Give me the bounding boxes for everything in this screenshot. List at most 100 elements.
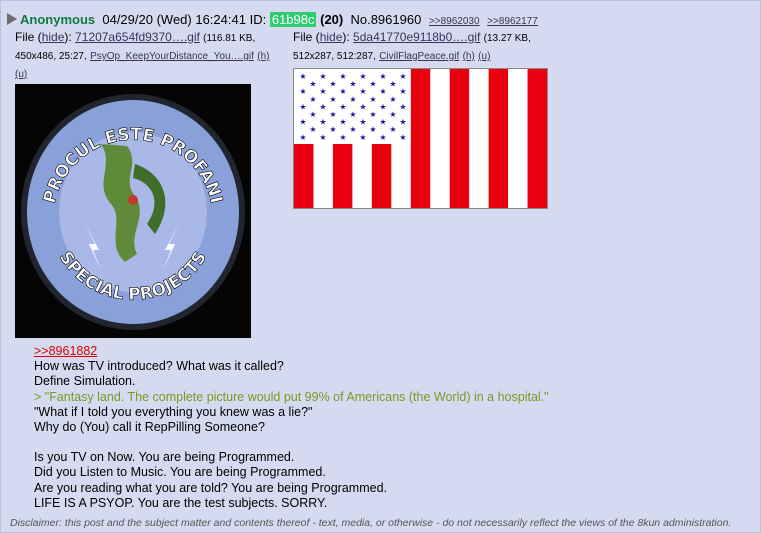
- flag-star: ★: [319, 118, 326, 127]
- flag-star: ★: [349, 95, 356, 104]
- flag-star: ★: [329, 125, 336, 134]
- post-line: Is you TV on Now. You are being Programm…: [34, 450, 295, 465]
- flag-star: ★: [319, 133, 326, 142]
- flag-star: ★: [379, 87, 386, 96]
- flag-star: ★: [339, 118, 346, 127]
- flag-star: ★: [349, 110, 356, 119]
- flag-stripe: [527, 69, 547, 208]
- flag-stripe: [488, 69, 509, 208]
- post-number[interactable]: No.8961960: [350, 12, 421, 27]
- file-name-link[interactable]: 71207a654fd9370….gif: [75, 30, 200, 44]
- post-line: "What if I told you everything you knew …: [34, 404, 313, 419]
- post-datetime: 04/29/20 (Wed) 16:24:41: [102, 12, 246, 27]
- flag-stripe: [508, 69, 529, 208]
- flag-star: ★: [379, 133, 386, 142]
- flag-star: ★: [319, 72, 326, 81]
- post-line: Are you reading what you are told? You a…: [34, 480, 388, 495]
- original-filename-link[interactable]: PsyOp_KeepYourDistance_You….gif: [90, 51, 254, 62]
- flag-star: ★: [319, 102, 326, 111]
- reply-link[interactable]: >>8961882: [34, 344, 549, 359]
- post-line: Did you Listen to Music. You are being P…: [34, 465, 326, 480]
- flag-star: ★: [339, 87, 346, 96]
- original-filename-link[interactable]: CivilFlagPeace.gif: [379, 51, 459, 62]
- flag-star: ★: [399, 102, 406, 111]
- flag-star: ★: [319, 87, 326, 96]
- file-label: File: [293, 30, 313, 44]
- flag-star: ★: [359, 118, 366, 127]
- flag-star: ★: [339, 102, 346, 111]
- hide-file-link[interactable]: hide: [320, 30, 343, 44]
- flag-star: ★: [299, 72, 306, 81]
- triangle-toggle-icon[interactable]: [7, 13, 17, 25]
- flag-star: ★: [309, 110, 316, 119]
- flag-star: ★: [329, 95, 336, 104]
- flag-star: ★: [399, 87, 406, 96]
- file-size: (13.27 KB,: [483, 33, 531, 44]
- flag-stripe: [469, 69, 490, 208]
- flag-star: ★: [379, 118, 386, 127]
- flag-star: ★: [379, 72, 386, 81]
- flag-star: ★: [369, 95, 376, 104]
- flag-stripe: [410, 69, 431, 208]
- greentext-line: > "Fantasy land. The complete picture wo…: [34, 389, 549, 404]
- flag-star: ★: [329, 110, 336, 119]
- file-info-2: File (hide): 5da41770e9118b0….gif (13.27…: [293, 30, 531, 62]
- flag-star: ★: [299, 102, 306, 111]
- backlink[interactable]: >>8962177: [487, 16, 538, 27]
- flag-star: ★: [349, 125, 356, 134]
- flag-star: ★: [379, 102, 386, 111]
- flag-star: ★: [399, 133, 406, 142]
- file-name-link[interactable]: 5da41770e9118b0….gif: [353, 30, 480, 44]
- flag-star: ★: [389, 125, 396, 134]
- file-label: File: [15, 30, 35, 44]
- flag-star: ★: [399, 118, 406, 127]
- post-count: (20): [320, 12, 344, 27]
- flag-star: ★: [329, 80, 336, 89]
- flag-star: ★: [359, 72, 366, 81]
- flag-star: ★: [389, 95, 396, 104]
- post-line: Define Simulation.: [34, 374, 136, 389]
- backlink[interactable]: >>8962030: [429, 16, 480, 27]
- file-dimensions: 512x287, 512:287,: [293, 51, 376, 62]
- flag-star: ★: [369, 125, 376, 134]
- post-container: Anonymous 04/29/20 (Wed) 16:24:41 ID: 61…: [0, 0, 761, 533]
- u-link[interactable]: (u): [478, 51, 490, 62]
- flag-star: ★: [389, 110, 396, 119]
- flag-star: ★: [389, 80, 396, 89]
- flag-star: ★: [299, 87, 306, 96]
- file-size: (116.81 KB,: [203, 33, 256, 44]
- flag-star: ★: [369, 110, 376, 119]
- h-link[interactable]: (h): [463, 51, 475, 62]
- flag-star: ★: [349, 80, 356, 89]
- flag-star: ★: [309, 80, 316, 89]
- flag-star: ★: [359, 87, 366, 96]
- id-label: ID:: [249, 12, 267, 27]
- flag-star: ★: [309, 95, 316, 104]
- flag-star: ★: [359, 102, 366, 111]
- poster-name: Anonymous: [20, 12, 96, 27]
- poster-id[interactable]: 61b98c: [269, 12, 317, 27]
- flag-star: ★: [359, 133, 366, 142]
- post-header: Anonymous 04/29/20 (Wed) 16:24:41 ID: 61…: [7, 12, 538, 27]
- flag-star: ★: [339, 133, 346, 142]
- flag-stripe: [430, 69, 451, 208]
- flag-star: ★: [309, 125, 316, 134]
- flag-star: ★: [399, 72, 406, 81]
- file-info-1: File (hide): 71207a654fd9370….gif (116.8…: [15, 30, 270, 80]
- thumbnail-flag-image[interactable]: ★ ★ ★ ★ ★ ★ ★ ★ ★ ★ ★ ★ ★ ★ ★ ★ ★ ★ ★ ★ ★ ★ ★ ★ ★ ★ ★ ★ ★ ★ ★ ★ ★ ★ ★ ★ ★ ★ ★ ★…: [293, 68, 548, 209]
- h-link[interactable]: (h): [257, 51, 269, 62]
- flag-stripe: [449, 69, 470, 208]
- file-dimensions: 450x486, 25:27,: [15, 51, 87, 62]
- post-line: How was TV introduced? What was it calle…: [34, 359, 284, 374]
- post-body: >>8961882 How was TV introduced? What wa…: [34, 344, 549, 511]
- thumbnail-patch-image[interactable]: PROCUL ESTE PROFANI SPECIAL PROJECTS: [15, 84, 251, 338]
- flag-star: ★: [339, 72, 346, 81]
- post-line: LIFE IS A PSYOP. You are the test subjec…: [34, 495, 328, 510]
- flag-star: ★: [299, 133, 306, 142]
- flag-star: ★: [299, 118, 306, 127]
- u-link[interactable]: (u): [15, 69, 27, 80]
- hide-file-link[interactable]: hide: [42, 30, 65, 44]
- flag-star: ★: [369, 80, 376, 89]
- post-line: Why do (You) call it RepPilling Someone?: [34, 420, 265, 435]
